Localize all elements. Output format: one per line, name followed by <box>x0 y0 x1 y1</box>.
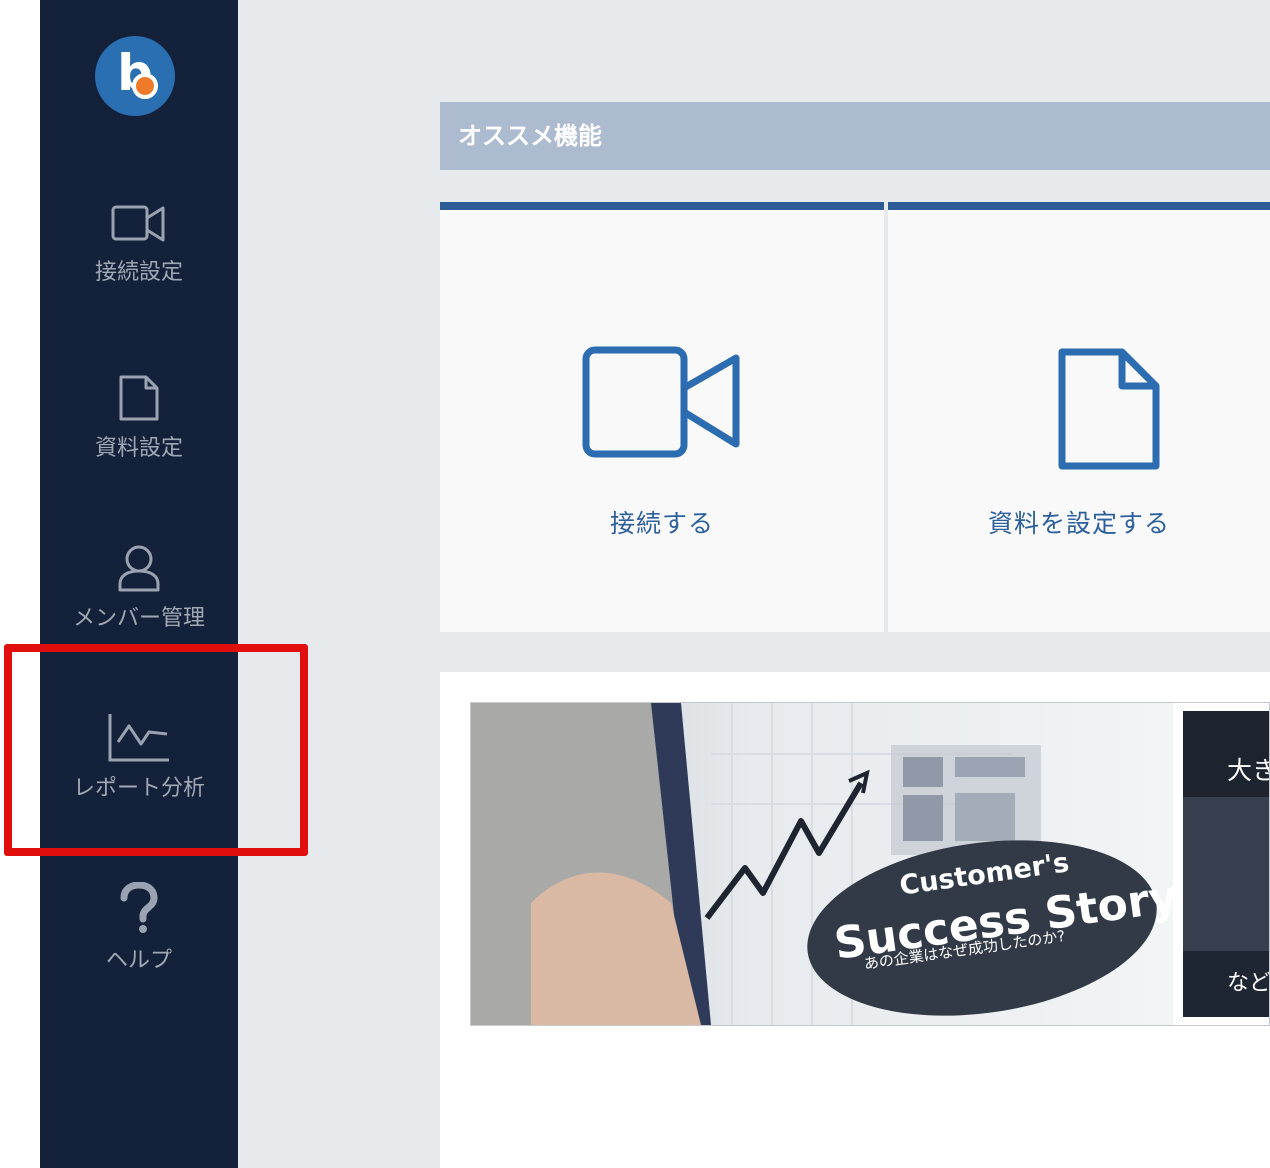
side-card-footer: など <box>1227 971 1270 996</box>
sidebar-item-help[interactable]: ヘルプ <box>40 882 238 974</box>
sidebar-item-label: ヘルプ <box>105 948 172 973</box>
sidebar-item-report-analysis[interactable]: レポート分析 <box>40 712 238 802</box>
card-document-settings[interactable]: 資料を設定する <box>888 202 1270 632</box>
sidebar-item-label: レポート分析 <box>72 776 205 801</box>
chart-line-icon <box>40 712 238 762</box>
question-mark-icon <box>40 882 238 934</box>
card-label: 接続する <box>609 509 714 538</box>
video-camera-icon <box>40 202 238 246</box>
user-icon <box>40 544 238 592</box>
sidebar-item-member-management[interactable]: メンバー管理 <box>40 544 238 632</box>
sidebar-item-connection-settings[interactable]: 接続設定 <box>40 202 238 286</box>
sidebar-item-document-settings[interactable]: 資料設定 <box>40 374 238 462</box>
section-title: オススメ機能 <box>440 102 1270 170</box>
card-connect[interactable]: 接続する <box>440 202 884 632</box>
side-card-title: 大き <box>1227 756 1269 785</box>
logo[interactable]: b <box>95 36 175 116</box>
logo-dot <box>132 73 158 99</box>
sidebar-item-label: メンバー管理 <box>72 606 205 631</box>
document-icon <box>40 374 238 422</box>
card-label: 資料を設定する <box>987 509 1170 538</box>
sidebar: b 接続設定 資料設定 メンバー管理 レポート分析 ヘルプ <box>40 0 238 1168</box>
banner-image: Customer's Success Story あの企業はなぜ成功したのか? <box>471 703 1173 1025</box>
sidebar-item-label: 資料設定 <box>94 436 183 461</box>
banner-side-card: 大き など <box>1183 711 1270 1017</box>
sidebar-item-label: 接続設定 <box>94 260 183 285</box>
success-story-banner[interactable]: Customer's Success Story あの企業はなぜ成功したのか? … <box>470 702 1270 1026</box>
